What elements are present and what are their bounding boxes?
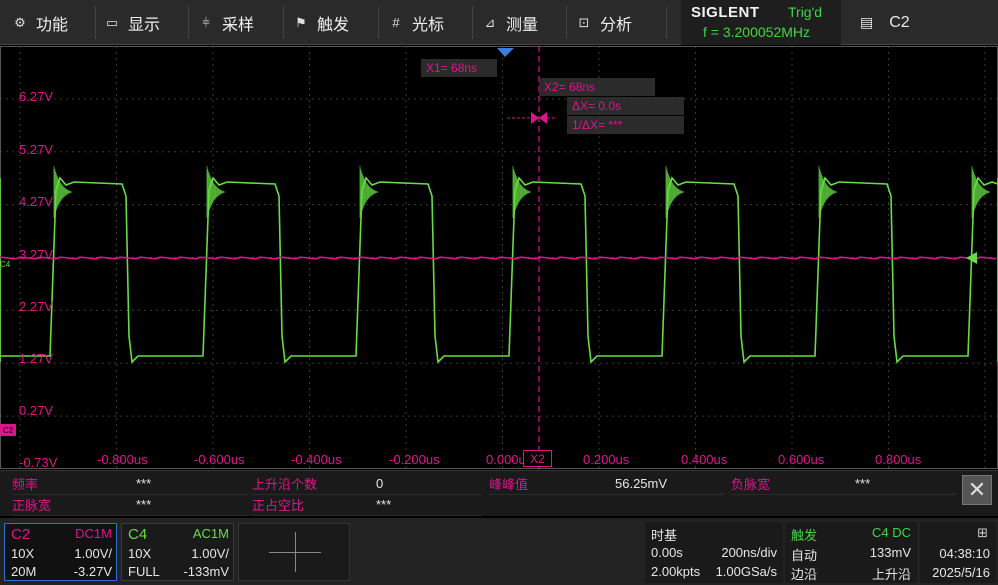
y-tick-label: 6.27V: [19, 89, 53, 104]
measure-positive-width[interactable]: 正脉宽 ***: [12, 494, 248, 516]
channel-c4-panel[interactable]: C4 AC1M 10X 1.00V/ FULL -133mV: [121, 523, 234, 581]
menu-cursor[interactable]: # 光标: [388, 0, 444, 45]
menu-bar: ⚙ 功能 ▭ 显示 ⫩ 采样 ⚑ 触发 # 光标 ⊿ 测量 ⊡ 分析 SIGLE…: [0, 0, 998, 45]
y-tick-label: 4.27V: [19, 194, 53, 209]
trigger-panel[interactable]: 触发 C4 DC 自动 133mV 边沿 上升沿: [785, 522, 917, 583]
x-tick-label: 0.600us: [778, 452, 825, 467]
measure-positive-duty[interactable]: 正占空比 ***: [252, 494, 482, 516]
add-channel-button[interactable]: [238, 523, 350, 581]
cursor-delta-readout: ΔX= 0.0s: [567, 97, 684, 115]
trigger-flag-icon: ⚑: [295, 14, 307, 30]
c2-trace: [0, 256, 997, 260]
frequency-readout: f = 3.200052MHz: [703, 24, 811, 40]
y-tick-label: 0.27V: [19, 403, 53, 418]
close-icon[interactable]: ✕: [962, 475, 992, 505]
x-tick-label: -0.600us: [194, 452, 245, 467]
measure-rising-edges[interactable]: 上升沿个数 0: [252, 473, 482, 495]
timebase-panel[interactable]: 时基 0.00s 200ns/div 2.00kpts 1.00GSa/s: [645, 522, 783, 583]
cursor-inverse-delta-readout: 1/ΔX= ***: [567, 116, 684, 134]
c4-trace: [0, 176, 998, 364]
active-channel-selector[interactable]: ▤ C2: [860, 0, 910, 45]
y-tick-label: -0.73V: [19, 455, 58, 470]
analysis-icon: ⊡: [578, 14, 590, 30]
menu-sampling[interactable]: ⫩ 采样: [198, 0, 254, 45]
measurement-panel: 频率 *** 上升沿个数 0 峰峰值 56.25mV 负脉宽 *** 正脉宽 *…: [0, 470, 998, 516]
measure-icon: ⊿: [484, 14, 496, 30]
x-tick-label: 0.400us: [681, 452, 728, 467]
x-tick-label: -0.400us: [291, 452, 342, 467]
cursor-arrow-left-icon: [531, 112, 539, 124]
cursor-arrow-right-icon: [539, 112, 547, 124]
menu-display[interactable]: ▭ 显示: [104, 0, 160, 45]
menu-measure[interactable]: ⊿ 测量: [482, 0, 538, 45]
x-tick-label: -0.800us: [97, 452, 148, 467]
display-icon: ▭: [105, 14, 119, 30]
network-icon[interactable]: ⊞: [977, 525, 988, 541]
waveform-area[interactable]: C4 C2 X1= 68ns X2= 68ns ΔX= 0.0s 1/ΔX= *…: [0, 46, 998, 469]
x-tick-label: 0.200us: [583, 452, 630, 467]
status-box: SIGLENT Trig'd f = 3.200052MHz: [681, 0, 841, 45]
measure-peak-to-peak[interactable]: 峰峰值 56.25mV: [489, 473, 725, 495]
measure-frequency[interactable]: 频率 ***: [12, 473, 248, 495]
gear-icon: ⚙: [14, 14, 26, 30]
channel-c2-panel[interactable]: C2 DC1M 10X 1.00V/ 20M -3.27V: [4, 523, 117, 581]
clock-panel: ⊞ 04:38:10 2025/5/16: [920, 522, 996, 583]
measure-negative-width[interactable]: 负脉宽 ***: [731, 473, 957, 495]
menu-trigger[interactable]: ⚑ 触发: [293, 0, 349, 45]
waveform-display: [0, 46, 998, 469]
y-tick-label: 2.27V: [19, 299, 53, 314]
channel-list-icon: ▤: [860, 14, 874, 30]
c2-offset-marker[interactable]: C2: [0, 424, 16, 436]
trigger-position-marker[interactable]: [497, 48, 514, 57]
y-tick-label: 1.27V: [19, 351, 53, 366]
menu-function[interactable]: ⚙ 功能: [12, 0, 68, 45]
cursor-grid-icon: #: [392, 15, 400, 30]
status-bar: C2 DC1M 10X 1.00V/ 20M -3.27V C4 AC1M 10…: [0, 518, 998, 585]
y-tick-label: 5.27V: [19, 142, 53, 157]
x-tick-label: 0.800us: [875, 452, 922, 467]
brand-logo: SIGLENT: [691, 4, 760, 21]
c4-offset-marker[interactable]: C4: [0, 260, 10, 269]
menu-analysis[interactable]: ⊡ 分析: [576, 0, 632, 45]
cursor-x1-readout: X1= 68ns: [421, 59, 497, 77]
c4-ringing: [53, 166, 991, 218]
y-tick-label: 3.27V: [19, 247, 53, 262]
cursor-x2-tag[interactable]: X2: [523, 450, 552, 467]
trigger-status: Trig'd: [788, 4, 823, 20]
x-tick-label: -0.200us: [389, 452, 440, 467]
cursor-x2-readout: X2= 68ns: [539, 78, 655, 96]
sampling-icon: ⫩: [202, 14, 210, 30]
